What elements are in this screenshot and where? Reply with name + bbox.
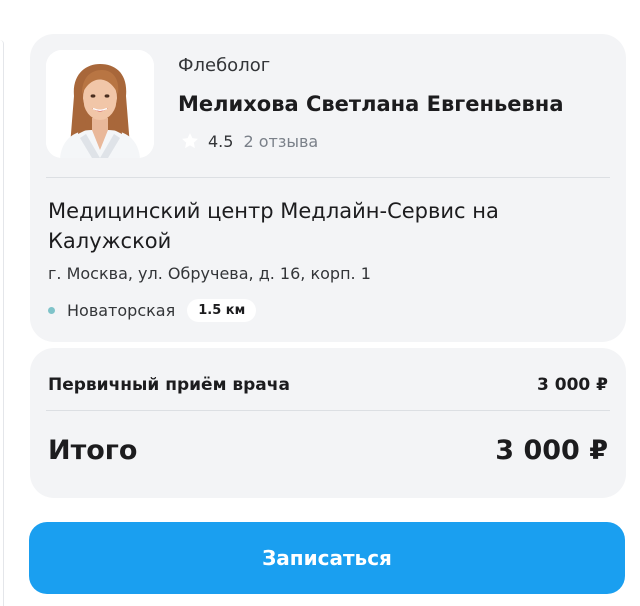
divider <box>46 177 610 178</box>
metro-station: Новаторская <box>67 300 176 320</box>
divider <box>46 410 610 411</box>
scrollbar-edge <box>0 40 4 606</box>
reviews-link[interactable]: 2 отзыва <box>243 132 318 151</box>
total-label: Итого <box>48 435 138 466</box>
clinic-address: г. Москва, ул. Обручева, д. 16, корп. 1 <box>48 264 371 283</box>
price-card: Первичный приём врача 3 000 ₽ Итого 3 00… <box>30 348 626 498</box>
star-icon <box>182 133 198 149</box>
doctor-photo[interactable] <box>46 50 154 158</box>
doctor-specialty: Флеболог <box>178 55 271 76</box>
doctor-name[interactable]: Мелихова Светлана Евгеньевна <box>178 92 564 116</box>
total-price: 3 000 ₽ <box>495 435 608 466</box>
metro-line-icon <box>48 306 55 314</box>
clinic-name[interactable]: Медицинский центр Медлайн-Сервис на Калу… <box>48 196 568 256</box>
service-label: Первичный приём врача <box>48 375 290 395</box>
rating-row: 4.5 2 отзыва <box>180 130 318 152</box>
doctor-card: Флеболог Мелихова Светлана Евгеньевна 4.… <box>30 34 626 342</box>
doctor-portrait-icon <box>46 50 154 158</box>
distance-badge: 1.5 км <box>187 298 257 322</box>
book-appointment-button[interactable]: Записаться <box>29 522 625 594</box>
rating-value: 4.5 <box>208 131 234 151</box>
metro-row: Новаторская 1.5 км <box>48 297 257 323</box>
service-price: 3 000 ₽ <box>537 375 608 395</box>
